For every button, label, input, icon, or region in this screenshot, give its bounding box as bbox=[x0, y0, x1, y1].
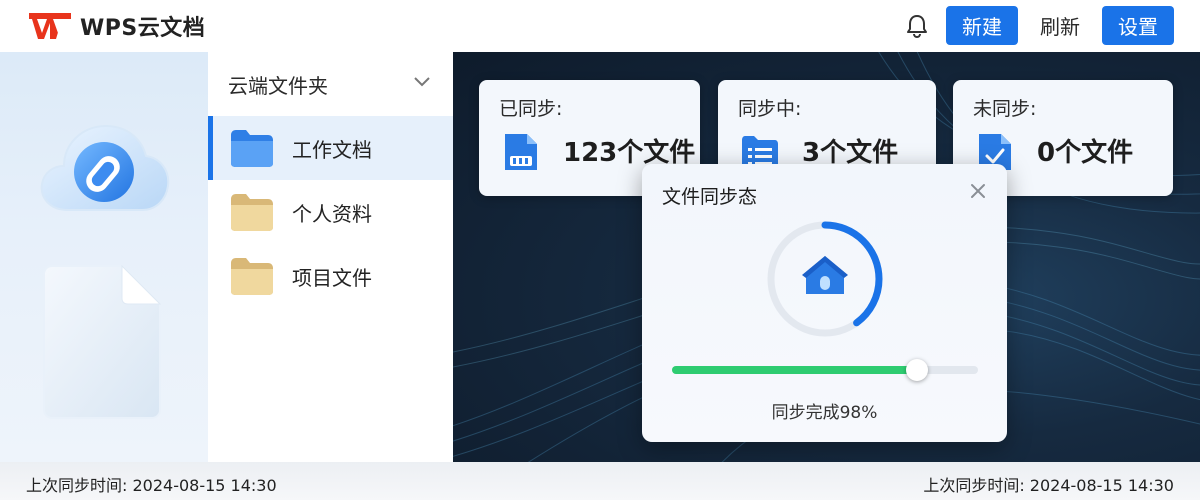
logo: WPS云文档 bbox=[26, 9, 205, 43]
folder-label: 个人资料 bbox=[292, 201, 372, 226]
chevron-down-icon[interactable] bbox=[413, 76, 431, 88]
document-grid-icon bbox=[505, 134, 537, 170]
folder-icon bbox=[231, 130, 273, 167]
cloud-link-icon bbox=[40, 124, 170, 211]
folder-item-project[interactable]: 项目文件 bbox=[208, 244, 453, 308]
folder-list: 云端文件夹 工作文档 个人资料 项目文件 bbox=[208, 52, 453, 462]
folder-label: 工作文档 bbox=[292, 137, 372, 162]
sync-status-dialog: 文件同步态 同步完成98% bbox=[642, 164, 1007, 442]
stat-title: 未同步: bbox=[973, 98, 1037, 120]
status-bar: 上次同步时间: 2024-08-15 14:30 上次同步时间: 2024-08… bbox=[0, 462, 1200, 500]
folder-icon bbox=[231, 258, 273, 295]
last-sync-time-left: 上次同步时间: 2024-08-15 14:30 bbox=[26, 476, 277, 495]
document-icon bbox=[43, 264, 162, 419]
wps-logo-icon bbox=[29, 13, 71, 39]
stat-value: 0个文件 bbox=[1037, 138, 1134, 168]
folder-item-work[interactable]: 工作文档 bbox=[208, 116, 453, 180]
illustration-panel bbox=[0, 52, 208, 462]
folder-label: 项目文件 bbox=[292, 265, 372, 290]
dialog-title: 文件同步态 bbox=[662, 186, 758, 208]
folder-icon bbox=[231, 194, 273, 231]
app-title: WPS云文档 bbox=[80, 16, 206, 41]
close-icon[interactable] bbox=[969, 182, 987, 200]
sync-house-icon bbox=[802, 256, 848, 294]
sync-progress-ring bbox=[767, 221, 883, 337]
cloud-folder-label: 云端文件夹 bbox=[228, 73, 328, 98]
progress-text: 同步完成98% bbox=[771, 403, 878, 423]
refresh-button[interactable]: 刷新 bbox=[1028, 6, 1092, 45]
stat-title: 已同步: bbox=[499, 98, 563, 120]
cloud-folder-header[interactable]: 云端文件夹 bbox=[208, 52, 453, 116]
stat-title: 同步中: bbox=[738, 98, 802, 120]
progress-fill bbox=[672, 366, 917, 374]
bell-icon[interactable] bbox=[903, 12, 931, 40]
settings-button[interactable]: 设置 bbox=[1102, 6, 1174, 45]
last-sync-time-right: 上次同步时间: 2024-08-15 14:30 bbox=[923, 476, 1174, 495]
app-header: WPS云文档 新建 刷新 设置 bbox=[0, 0, 1200, 52]
sync-progress-slider[interactable] bbox=[672, 359, 978, 381]
folder-item-personal[interactable]: 个人资料 bbox=[208, 180, 453, 244]
slider-thumb[interactable] bbox=[905, 359, 928, 381]
new-button[interactable]: 新建 bbox=[946, 6, 1018, 45]
